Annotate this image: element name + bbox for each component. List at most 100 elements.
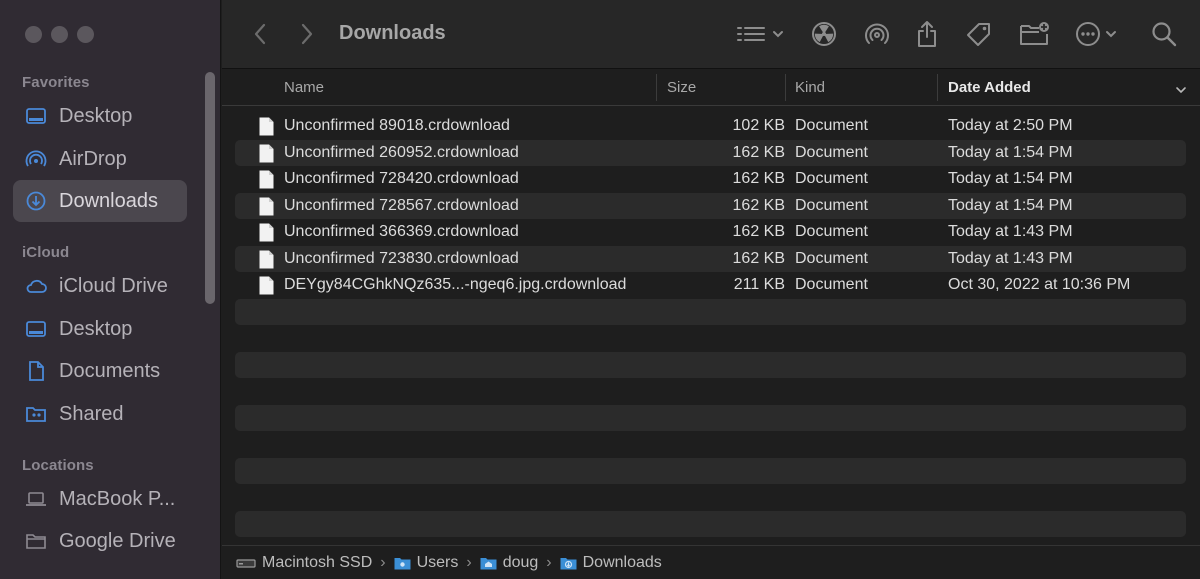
path-crumb-users[interactable]: Users <box>394 553 459 572</box>
share-button[interactable] <box>915 18 939 50</box>
sidebar-item-documents[interactable]: Documents <box>13 350 187 392</box>
folder-icon <box>25 530 47 552</box>
file-row[interactable]: Unconfirmed 260952.crdownload 162 KB Doc… <box>235 139 1186 166</box>
path-separator: › <box>546 553 552 571</box>
file-row[interactable]: DEYgy84CGhkNQz635...-ngeq6.jpg.crdownloa… <box>235 272 1186 299</box>
sort-chevron-down-icon[interactable] <box>1175 82 1187 100</box>
close-button[interactable] <box>25 26 42 43</box>
shared-folder-icon <box>25 403 47 425</box>
folder-icon <box>394 556 411 570</box>
sidebar-item-label: AirDrop <box>59 147 127 170</box>
sidebar-item-desktop[interactable]: Desktop <box>13 95 187 137</box>
file-name: Unconfirmed 89018.crdownload <box>284 117 510 134</box>
new-folder-icon <box>1020 22 1049 45</box>
file-size: 162 KB <box>732 170 785 187</box>
minimize-button[interactable] <box>51 26 68 43</box>
desktop-icon <box>25 105 47 127</box>
column-header-size[interactable]: Size <box>667 70 696 105</box>
back-button[interactable] <box>246 20 274 48</box>
column-divider[interactable] <box>937 74 938 101</box>
sidebar-item-label: Documents <box>59 359 161 382</box>
file-date-added: Today at 1:54 PM <box>948 170 1073 187</box>
sidebar-scrollbar[interactable] <box>205 72 215 304</box>
file-row[interactable]: Unconfirmed 728567.crdownload 162 KB Doc… <box>235 192 1186 219</box>
path-crumb-label: Downloads <box>582 553 662 571</box>
path-crumb-downloads[interactable]: Downloads <box>560 554 662 572</box>
search-icon <box>1152 22 1177 47</box>
sidebar-item-macbook[interactable]: MacBook P... <box>13 478 187 520</box>
column-divider[interactable] <box>785 74 786 101</box>
sidebar: Favorites Desktop AirDrop Downloads iClo… <box>0 0 221 579</box>
list-view-icon <box>737 27 783 41</box>
sidebar-item-downloads[interactable]: Downloads <box>13 180 187 222</box>
finder-window: Favorites Desktop AirDrop Downloads iClo… <box>0 0 1200 579</box>
sidebar-item-airdrop[interactable]: AirDrop <box>13 138 187 180</box>
column-header-kind[interactable]: Kind <box>795 70 825 105</box>
burn-button[interactable] <box>810 18 838 50</box>
sidebar-item-label: iCloud Drive <box>59 274 168 297</box>
file-name: Unconfirmed 728567.crdownload <box>284 196 519 214</box>
column-header-name[interactable]: Name <box>284 70 324 105</box>
sidebar-item-icloud-drive[interactable]: iCloud Drive <box>13 265 187 307</box>
airdrop-button[interactable] <box>863 18 891 50</box>
file-date-added: Today at 1:43 PM <box>948 249 1073 267</box>
file-size: 211 KB <box>733 276 785 293</box>
laptop-icon <box>25 488 47 510</box>
chevron-right-icon <box>301 23 313 45</box>
file-size: 162 KB <box>732 223 785 240</box>
file-list: Unconfirmed 89018.crdownload 102 KB Docu… <box>222 107 1200 537</box>
file-date-added: Today at 1:54 PM <box>948 143 1073 161</box>
tags-button[interactable] <box>964 18 994 50</box>
file-row[interactable]: Unconfirmed 728420.crdownload 162 KB Doc… <box>235 166 1186 193</box>
view-options-button[interactable] <box>734 18 790 50</box>
sidebar-item-label: Downloads <box>59 189 158 212</box>
empty-row <box>235 351 1186 378</box>
new-folder-button[interactable] <box>1019 18 1051 50</box>
file-row[interactable]: Unconfirmed 366369.crdownload 162 KB Doc… <box>235 219 1186 246</box>
forward-button[interactable] <box>293 20 321 48</box>
file-name: Unconfirmed 366369.crdownload <box>284 223 519 240</box>
empty-row <box>235 457 1186 484</box>
sidebar-item-icloud-desktop[interactable]: Desktop <box>13 308 187 350</box>
file-size: 162 KB <box>732 143 785 161</box>
path-crumb-disk[interactable]: Macintosh SSD <box>236 554 372 572</box>
sidebar-item-google-drive[interactable]: Google Drive <box>13 520 187 562</box>
more-actions-button[interactable] <box>1075 18 1121 50</box>
home-folder-icon <box>480 556 497 570</box>
column-headers: Name Size Kind Date Added <box>222 70 1200 106</box>
desktop-icon <box>25 318 47 340</box>
path-crumb-user[interactable]: doug <box>480 553 539 572</box>
sidebar-item-label: MacBook P... <box>59 487 176 510</box>
path-separator: › <box>380 553 386 571</box>
sidebar-item-label: Shared <box>59 402 124 425</box>
file-size: 162 KB <box>732 249 785 267</box>
sidebar-item-shared[interactable]: Shared <box>13 393 187 435</box>
file-kind: Document <box>795 276 868 293</box>
column-header-date-added[interactable]: Date Added <box>948 70 1031 105</box>
file-row[interactable]: Unconfirmed 723830.crdownload 162 KB Doc… <box>235 245 1186 272</box>
sidebar-item-label: Google Drive <box>59 529 176 552</box>
window-title: Downloads <box>339 22 446 44</box>
document-file-icon <box>259 250 274 268</box>
file-row[interactable]: Unconfirmed 89018.crdownload 102 KB Docu… <box>235 113 1186 140</box>
path-bar: Macintosh SSD › Users › doug › Downloads <box>222 545 1200 579</box>
path-crumb-label: Users <box>416 553 459 571</box>
path-separator: › <box>466 553 472 571</box>
document-file-icon <box>259 276 274 295</box>
sidebar-item-label: Desktop <box>59 317 133 340</box>
downloads-icon <box>25 190 47 212</box>
file-kind: Document <box>795 117 868 134</box>
empty-row <box>235 404 1186 431</box>
file-date-added: Today at 1:43 PM <box>948 223 1073 240</box>
search-button[interactable] <box>1150 18 1178 50</box>
file-name: Unconfirmed 260952.crdownload <box>284 143 519 161</box>
document-file-icon <box>259 144 274 162</box>
column-divider[interactable] <box>656 74 657 101</box>
path-crumb-label: doug <box>502 553 539 571</box>
document-file-icon <box>259 223 274 242</box>
cloud-icon <box>25 275 47 297</box>
zoom-button[interactable] <box>77 26 94 43</box>
file-name: DEYgy84CGhkNQz635...-ngeq6.jpg.crdownloa… <box>284 276 627 293</box>
file-kind: Document <box>795 170 868 187</box>
airdrop-icon <box>25 148 47 170</box>
